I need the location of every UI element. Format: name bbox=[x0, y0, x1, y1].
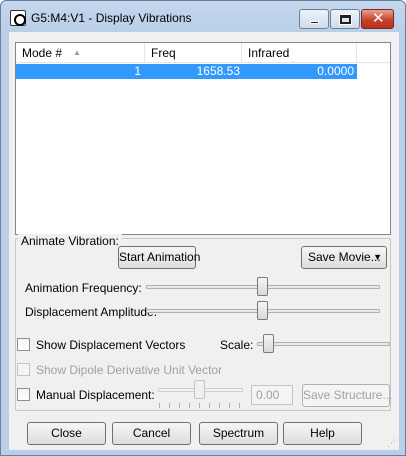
show-dipole-label: Show Dipole Derivative Unit Vector bbox=[36, 363, 223, 377]
resize-grip-icon[interactable]: ⋰ bbox=[387, 438, 397, 448]
displacement-amplitude-slider[interactable] bbox=[257, 301, 268, 320]
save-movie-label: Save Movie... bbox=[308, 250, 381, 264]
manual-displacement-label: Manual Displacement: bbox=[36, 388, 155, 402]
scale-slider[interactable] bbox=[263, 334, 274, 353]
column-header-infrared[interactable]: Infrared bbox=[242, 43, 357, 63]
maximize-button[interactable] bbox=[330, 9, 360, 29]
show-displacement-vectors-checkbox[interactable] bbox=[17, 338, 30, 351]
manual-displacement-value[interactable]: 0.00 bbox=[251, 385, 293, 405]
spectrum-button[interactable]: Spectrum bbox=[199, 422, 278, 445]
modes-list[interactable]: Mode # ▲ Freq Infrared 1 1658.53 0.0000 bbox=[15, 42, 391, 235]
window-title: G5:M4:V1 - Display Vibrations bbox=[31, 11, 192, 25]
column-header-empty bbox=[357, 43, 390, 63]
sort-ascending-icon: ▲ bbox=[73, 48, 81, 57]
save-movie-button[interactable]: Save Movie... ▼ bbox=[301, 246, 387, 269]
save-structure-button[interactable]: Save Structure... bbox=[302, 384, 392, 407]
close-icon: ✕ bbox=[372, 10, 385, 27]
column-header-mode[interactable]: Mode # ▲ bbox=[16, 43, 145, 63]
column-header-freq[interactable]: Freq bbox=[145, 43, 242, 63]
cell-freq: 1658.53 bbox=[196, 64, 240, 78]
dialog-body: Mode # ▲ Freq Infrared 1 1658.53 0.0000 … bbox=[9, 32, 399, 450]
animate-group-label: Animate Vibration: bbox=[18, 234, 122, 248]
dropdown-arrow-icon: ▼ bbox=[373, 252, 382, 262]
minimize-button[interactable] bbox=[299, 9, 329, 29]
minimize-icon bbox=[310, 21, 319, 24]
scale-track[interactable] bbox=[257, 342, 390, 346]
start-animation-button[interactable]: Start Animation bbox=[118, 246, 200, 269]
animation-frequency-slider[interactable] bbox=[257, 277, 268, 296]
manual-displacement-slider[interactable] bbox=[194, 380, 205, 399]
title-bar[interactable]: G5:M4:V1 - Display Vibrations ✕ bbox=[1, 1, 405, 31]
cell-mode: 1 bbox=[134, 64, 141, 78]
animation-frequency-label: Animation Frequency: bbox=[25, 281, 142, 295]
column-header-label: Mode # bbox=[22, 46, 63, 60]
maximize-icon bbox=[339, 14, 352, 25]
manual-displacement-checkbox[interactable] bbox=[17, 388, 30, 401]
table-row[interactable]: 1 1658.53 0.0000 bbox=[16, 64, 357, 79]
help-button[interactable]: Help bbox=[283, 422, 362, 445]
list-header: Mode # ▲ Freq Infrared bbox=[16, 43, 390, 63]
manual-displacement-ticks bbox=[159, 403, 243, 409]
show-displacement-vectors-label: Show Displacement Vectors bbox=[36, 338, 186, 352]
show-dipole-checkbox[interactable] bbox=[17, 363, 30, 376]
cancel-button[interactable]: Cancel bbox=[112, 422, 191, 445]
close-button[interactable]: Close bbox=[27, 422, 106, 445]
column-header-label: Infrared bbox=[248, 46, 290, 60]
close-window-button[interactable]: ✕ bbox=[361, 9, 394, 29]
displacement-amplitude-label: Displacement Amplitude: bbox=[25, 305, 158, 319]
cell-infrared: 0.0000 bbox=[317, 64, 354, 78]
scale-label: Scale: bbox=[220, 338, 254, 352]
column-header-label: Freq bbox=[151, 46, 176, 60]
document-icon[interactable] bbox=[10, 10, 26, 26]
dialog-window: G5:M4:V1 - Display Vibrations ✕ Mode # ▲… bbox=[0, 0, 406, 456]
